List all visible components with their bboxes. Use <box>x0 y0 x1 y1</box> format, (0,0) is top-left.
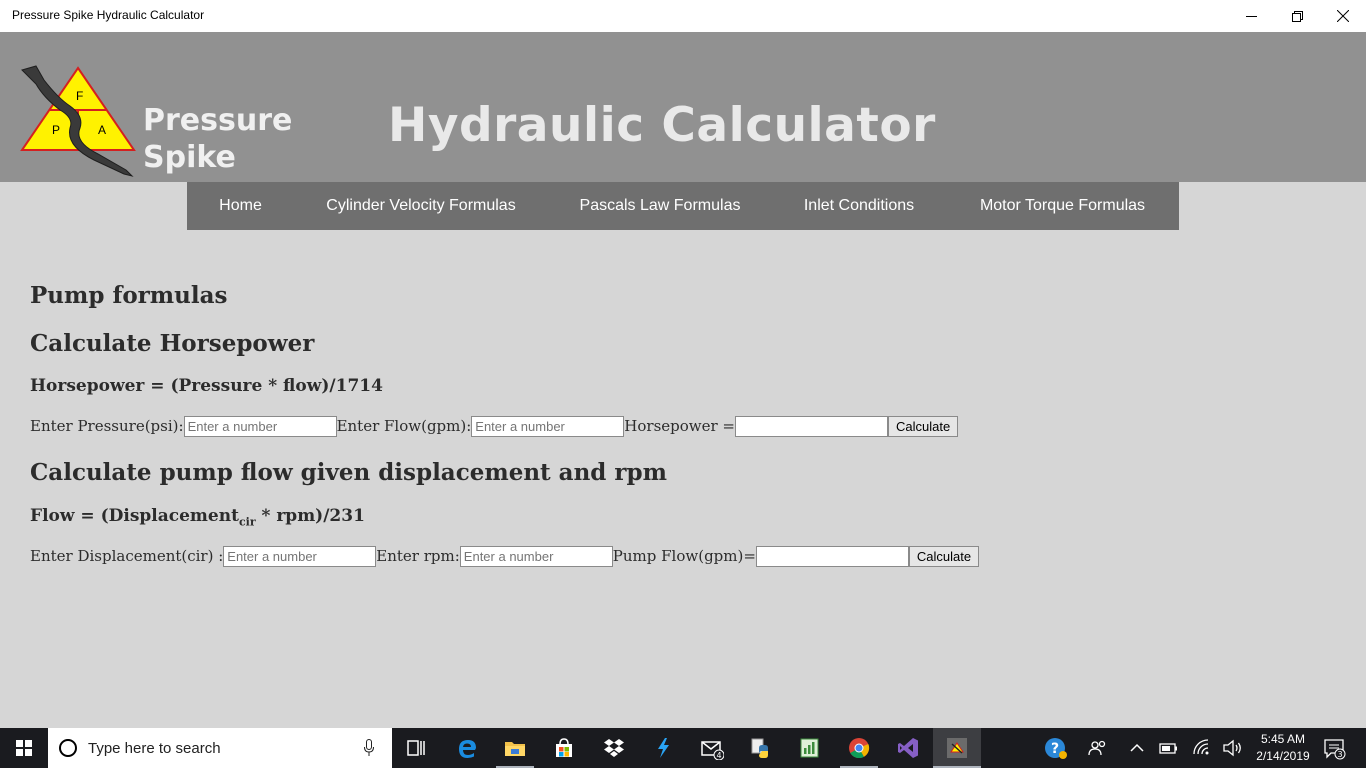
logo-letter-a: A <box>98 123 106 137</box>
dropbox-icon[interactable] <box>602 736 626 760</box>
calculate-horsepower-button[interactable]: Calculate <box>888 415 959 437</box>
clock-time: 5:45 AM <box>1260 732 1306 746</box>
displacement-input[interactable] <box>223 545 377 567</box>
window-title-bar: Pressure Spike Hydraulic Calculator <box>0 0 1366 32</box>
pump-flow-formula-suffix: * rpm)/231 <box>255 506 365 526</box>
pump-flow-formula-prefix: Flow = (Displacement <box>30 506 239 526</box>
clock-date: 2/14/2019 <box>1256 749 1310 763</box>
edge-browser-icon[interactable] <box>455 736 479 760</box>
pressure-spike-app-icon[interactable] <box>945 736 969 760</box>
site-header: F P A Pressure Spike Hydraulic Calculato… <box>0 32 1366 182</box>
nav-item-home[interactable]: Home <box>187 182 294 230</box>
microsoft-store-icon[interactable] <box>552 736 576 760</box>
minimize-icon[interactable] <box>1228 0 1274 32</box>
horsepower-heading: Calculate Horsepower <box>30 330 315 357</box>
close-icon[interactable] <box>1320 0 1366 32</box>
section-title: Pump formulas <box>30 282 228 309</box>
pump-flow-form: Enter Displacement(cir) : Enter rpm: Pum… <box>30 545 980 567</box>
chevron-up-icon[interactable] <box>1125 736 1149 760</box>
nav-item-inlet-conditions[interactable]: Inlet Conditions <box>772 182 946 230</box>
wifi-icon[interactable] <box>1190 736 1214 760</box>
taskbar: Type here to search 4 ? 5:45 AM 2/14/201… <box>0 728 1366 768</box>
notification-count: 3 <box>1337 750 1342 759</box>
horsepower-formula: Horsepower = (Pressure * flow)/1714 <box>30 376 383 396</box>
rpm-label: Enter rpm: <box>376 547 460 565</box>
pump-flow-formula: Flow = (Displacementcir * rpm)/231 <box>30 506 365 528</box>
windows-start-icon[interactable] <box>0 728 48 768</box>
brand-name: Pressure Spike <box>143 102 292 176</box>
action-center-icon[interactable]: 3 <box>1322 736 1346 760</box>
main-nav: Home Cylinder Velocity Formulas Pascals … <box>187 182 1179 230</box>
logo-letter-f: F <box>76 89 83 103</box>
pump-flow-heading: Calculate pump flow given displacement a… <box>30 459 667 486</box>
volume-icon[interactable] <box>1220 736 1244 760</box>
page-title: Hydraulic Calculator <box>388 98 936 153</box>
nav-item-motor-torque[interactable]: Motor Torque Formulas <box>946 182 1179 230</box>
horsepower-result-field[interactable] <box>735 415 888 437</box>
pressure-label: Enter Pressure(psi): <box>30 417 184 435</box>
flow-label: Enter Flow(gpm): <box>336 417 472 435</box>
visual-studio-code-icon[interactable] <box>651 736 675 760</box>
task-view-icon[interactable] <box>404 736 428 760</box>
cortana-icon[interactable] <box>59 739 77 757</box>
microphone-icon[interactable] <box>364 739 374 757</box>
horsepower-result-label: Horsepower = <box>624 417 735 435</box>
brand-line-1: Pressure <box>143 103 293 138</box>
svg-text:?: ? <box>1051 741 1059 757</box>
taskbar-clock[interactable]: 5:45 AM 2/14/2019 <box>1248 731 1318 765</box>
file-explorer-icon[interactable] <box>503 736 527 760</box>
visual-studio-icon[interactable] <box>896 736 920 760</box>
window-title: Pressure Spike Hydraulic Calculator <box>12 8 205 22</box>
pump-flow-result-field[interactable] <box>755 545 909 567</box>
pressure-input[interactable] <box>183 415 337 437</box>
rpm-input[interactable] <box>459 545 613 567</box>
flow-input[interactable] <box>471 415 625 437</box>
displacement-label: Enter Displacement(cir) : <box>30 547 224 565</box>
people-icon[interactable] <box>1086 736 1110 760</box>
pump-flow-formula-sub: cir <box>238 515 256 529</box>
pressure-spike-logo[interactable]: F P A <box>14 62 140 180</box>
spreadsheet-app-icon[interactable] <box>798 736 822 760</box>
mail-icon[interactable]: 4 <box>700 736 724 760</box>
python-icon[interactable] <box>749 736 773 760</box>
battery-icon[interactable] <box>1156 736 1180 760</box>
help-icon[interactable]: ? <box>1044 736 1068 760</box>
nav-item-cylinder-velocity[interactable]: Cylinder Velocity Formulas <box>294 182 548 230</box>
horsepower-form: Enter Pressure(psi): Enter Flow(gpm): Ho… <box>30 415 959 437</box>
taskbar-search-box[interactable]: Type here to search <box>48 728 392 768</box>
brand-line-2: Spike <box>143 140 236 175</box>
nav-item-pascals-law[interactable]: Pascals Law Formulas <box>548 182 772 230</box>
logo-letter-p: P <box>52 123 60 137</box>
mail-badge: 4 <box>716 751 721 760</box>
search-placeholder: Type here to search <box>88 740 221 757</box>
pump-flow-result-label: Pump Flow(gpm)= <box>612 547 756 565</box>
calculate-pump-flow-button[interactable]: Calculate <box>908 545 980 567</box>
restore-icon[interactable] <box>1274 0 1320 32</box>
chrome-icon[interactable] <box>847 736 871 760</box>
active-app-highlight[interactable] <box>933 728 981 768</box>
